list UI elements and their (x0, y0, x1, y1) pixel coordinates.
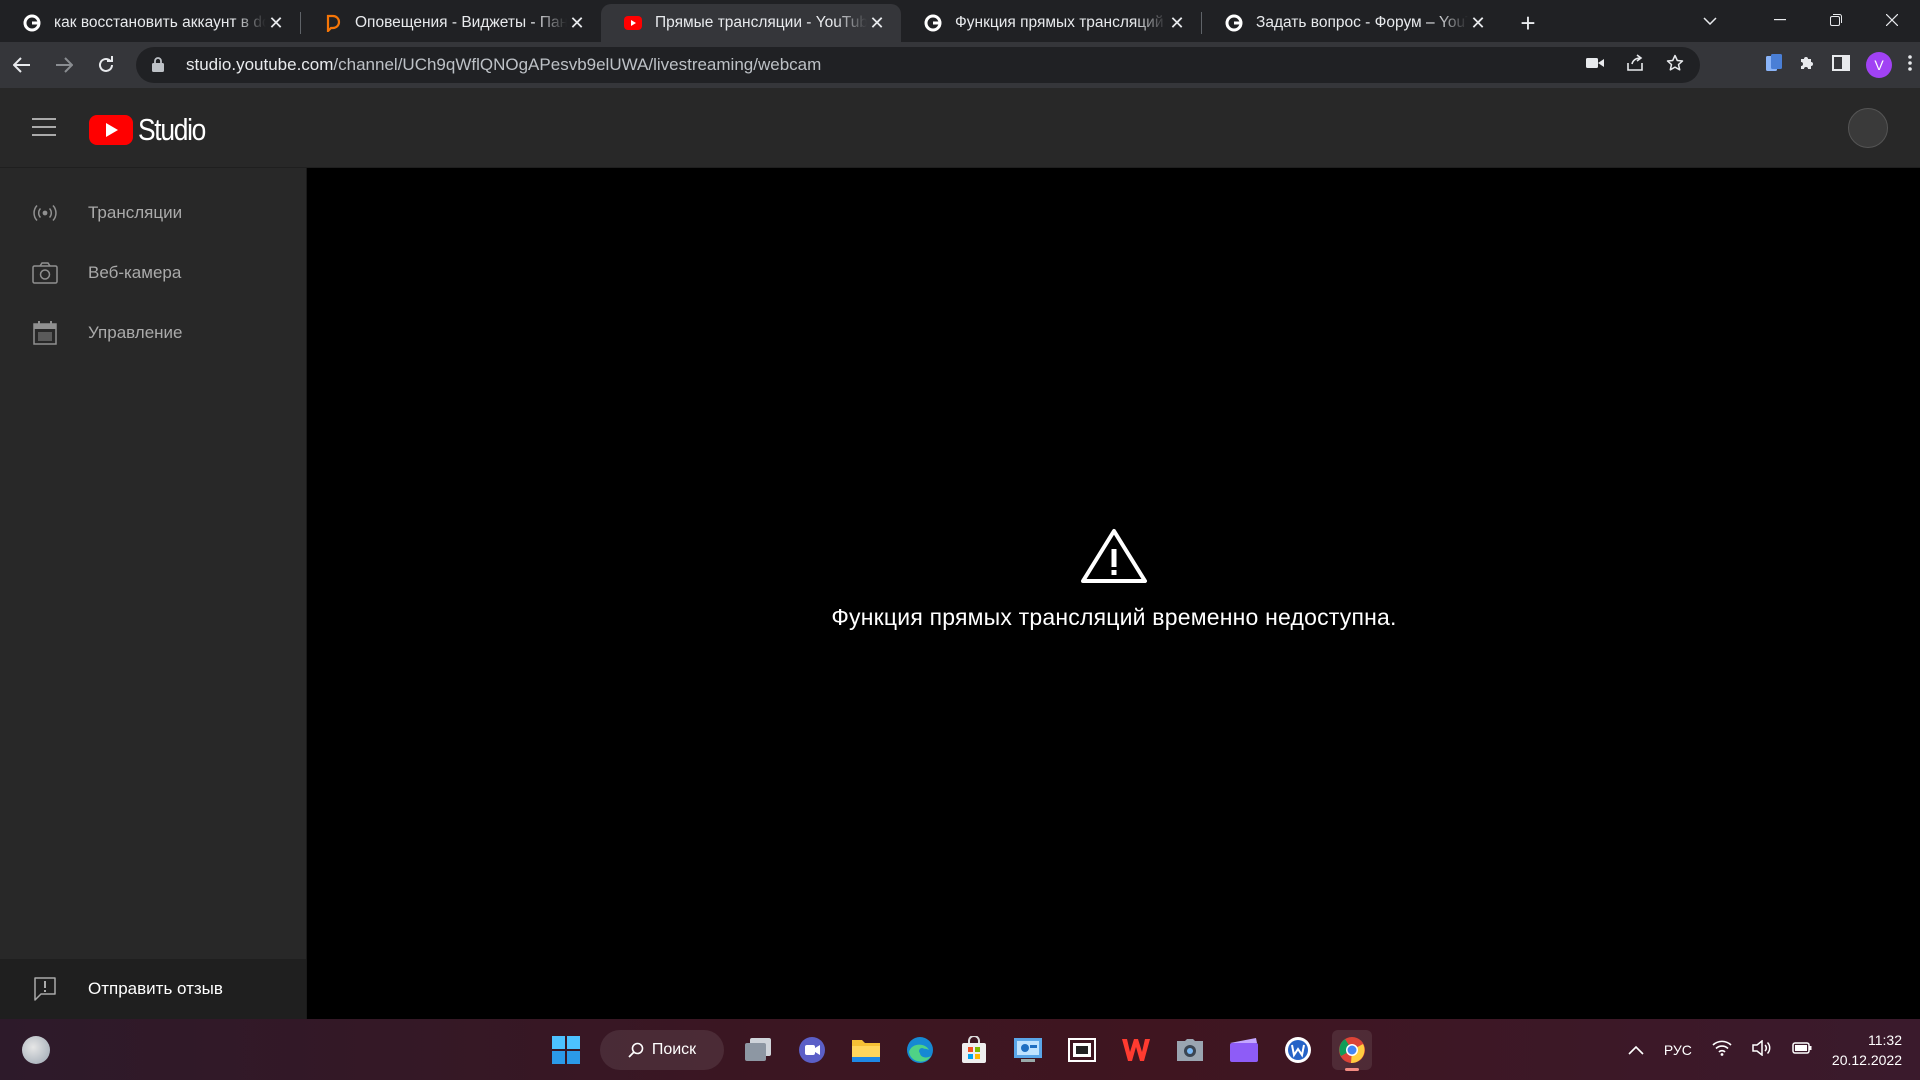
teams-chat-icon[interactable] (792, 1030, 832, 1070)
tab-google-function[interactable]: Функция прямых трансляций временно недос… (901, 4, 1201, 42)
youtube-icon (623, 13, 643, 33)
screen: как восстановить аккаунт в donationalert… (0, 0, 1920, 1080)
sidebar-item-label: Веб-камера (88, 263, 182, 282)
clock-time: 11:32 (1868, 1031, 1902, 1048)
url-host: studio.youtube.com (186, 55, 334, 74)
battery-icon[interactable] (1792, 1041, 1812, 1058)
volume-icon[interactable] (1752, 1039, 1772, 1059)
wps-office-icon[interactable] (1116, 1030, 1156, 1070)
google-icon (1224, 13, 1244, 33)
taskbar-apps: Поиск (546, 1029, 1372, 1071)
file-explorer-icon[interactable] (846, 1030, 886, 1070)
close-icon[interactable]: ✕ (867, 13, 887, 33)
new-tab-button[interactable]: + (1508, 4, 1548, 42)
window-close-icon[interactable] (1864, 0, 1920, 40)
video-editor-icon[interactable] (1062, 1030, 1102, 1070)
search-label: Поиск (651, 1041, 697, 1058)
close-icon[interactable]: ✕ (266, 13, 286, 33)
system-tray: РУС 11:32 20.12.2022 (1628, 1019, 1902, 1080)
tab-google-forum[interactable]: Задать вопрос - Форум – YouTube ✕ (1202, 4, 1502, 42)
windows-start-icon[interactable] (546, 1030, 586, 1070)
main-content: Функция прямых трансляций временно недос… (308, 168, 1920, 1019)
tab-donationalerts[interactable]: Оповещения - Виджеты - Панель управления… (301, 4, 601, 42)
sidebar-item-webcam[interactable]: Веб-камера (0, 243, 306, 303)
bookmark-star-icon[interactable] (1666, 54, 1684, 77)
camera-app-icon[interactable] (1170, 1030, 1210, 1070)
back-arrow-icon[interactable] (2, 45, 42, 85)
studio-header: Studio (0, 88, 1920, 168)
edge-browser-icon[interactable] (900, 1030, 940, 1070)
feedback-label: Отправить отзыв (88, 979, 223, 998)
puzzle-icon[interactable] (1798, 54, 1816, 77)
taskbar-search-button[interactable]: Поиск (600, 1030, 724, 1070)
sidebar-item-manage[interactable]: Управление (0, 303, 306, 363)
url-path: /channel/UCh9qWflQNOgAPesvb9elUWA/livest… (333, 55, 822, 74)
close-icon[interactable]: ✕ (1468, 13, 1488, 33)
camera-icon (32, 260, 58, 286)
share-icon[interactable] (1626, 53, 1644, 77)
control-panel-icon[interactable] (1008, 1030, 1048, 1070)
address-bar[interactable]: studio.youtube.com/channel/UCh9qWflQNOgA… (136, 47, 1700, 83)
send-feedback-button[interactable]: Отправить отзыв (0, 959, 306, 1019)
wifi-icon[interactable] (1712, 1040, 1732, 1059)
sidebar-item-label: Трансляции (88, 203, 183, 222)
omnibox-actions (1586, 47, 1684, 83)
tab-title: как восстановить аккаунт в donationalert… (54, 14, 266, 31)
app-w-icon[interactable] (1278, 1030, 1318, 1070)
hamburger-menu-icon[interactable] (32, 118, 56, 136)
lock-icon[interactable] (152, 57, 168, 73)
calendar-icon (32, 320, 58, 346)
weather-icon[interactable] (22, 1036, 50, 1064)
unavailable-message: Функция прямых трансляций временно недос… (308, 528, 1920, 631)
clock-date: 20.12.2022 (1831, 1051, 1902, 1068)
close-icon[interactable]: ✕ (1167, 13, 1187, 33)
extension-icon[interactable] (1766, 53, 1782, 77)
more-vertical-icon[interactable] (1908, 54, 1912, 76)
tab-title: Задать вопрос - Форум – YouTube (1256, 14, 1468, 31)
side-panel-icon[interactable] (1832, 54, 1850, 76)
chrome-icon[interactable] (1332, 1030, 1372, 1071)
tab-search-chevron-icon[interactable] (1690, 6, 1730, 36)
tab-title: Прямые трансляции - YouTube Studio (655, 14, 867, 31)
reload-icon[interactable] (86, 45, 126, 85)
task-view-icon[interactable] (738, 1030, 778, 1070)
browser-tabstrip: как восстановить аккаунт в donationalert… (0, 0, 1920, 42)
microsoft-store-icon[interactable] (954, 1030, 994, 1070)
clipchamp-icon[interactable] (1224, 1030, 1264, 1070)
url-text: studio.youtube.com/channel/UCh9qWflQNOgA… (186, 55, 821, 75)
logo-text: Studio (138, 112, 206, 147)
youtube-play-icon (89, 115, 133, 145)
feedback-icon (32, 976, 58, 1002)
profile-avatar[interactable]: V (1866, 52, 1892, 78)
browser-toolbar: studio.youtube.com/channel/UCh9qWflQNOgA… (0, 42, 1920, 88)
tab-title: Оповещения - Виджеты - Панель управления (355, 14, 567, 31)
forward-arrow-icon[interactable] (44, 45, 84, 85)
account-avatar[interactable] (1848, 108, 1888, 148)
language-indicator[interactable]: РУС (1664, 1042, 1692, 1058)
donationalerts-icon (323, 13, 343, 33)
restore-icon[interactable] (1808, 0, 1864, 40)
tab-title: Функция прямых трансляций временно недос… (955, 14, 1167, 31)
google-icon (22, 13, 42, 33)
close-icon[interactable]: ✕ (567, 13, 587, 33)
search-icon (628, 1042, 644, 1058)
youtube-studio-logo[interactable]: Studio (89, 112, 217, 148)
sidebar: Трансляции Веб-камера Управление Отправи… (0, 168, 307, 1019)
warning-icon (1080, 528, 1148, 584)
message-text: Функция прямых трансляций временно недос… (831, 604, 1397, 630)
camera-in-use-icon[interactable] (1586, 56, 1604, 74)
tab-google-search[interactable]: как восстановить аккаунт в donationalert… (0, 4, 300, 42)
broadcast-icon (32, 200, 58, 226)
extensions-area: V (1766, 42, 1912, 88)
window-controls (1752, 0, 1920, 40)
chevron-up-icon[interactable] (1628, 1042, 1644, 1058)
windows-taskbar: Поиск РУС 11:32 20.12.2022 (0, 1019, 1920, 1080)
taskbar-clock[interactable]: 11:32 20.12.2022 (1832, 1030, 1902, 1070)
tab-youtube-studio[interactable]: Прямые трансляции - YouTube Studio ✕ (601, 4, 901, 42)
sidebar-item-broadcasts[interactable]: Трансляции (0, 183, 306, 243)
sidebar-item-label: Управление (88, 323, 183, 342)
minimize-icon[interactable] (1752, 0, 1808, 40)
google-icon (923, 13, 943, 33)
